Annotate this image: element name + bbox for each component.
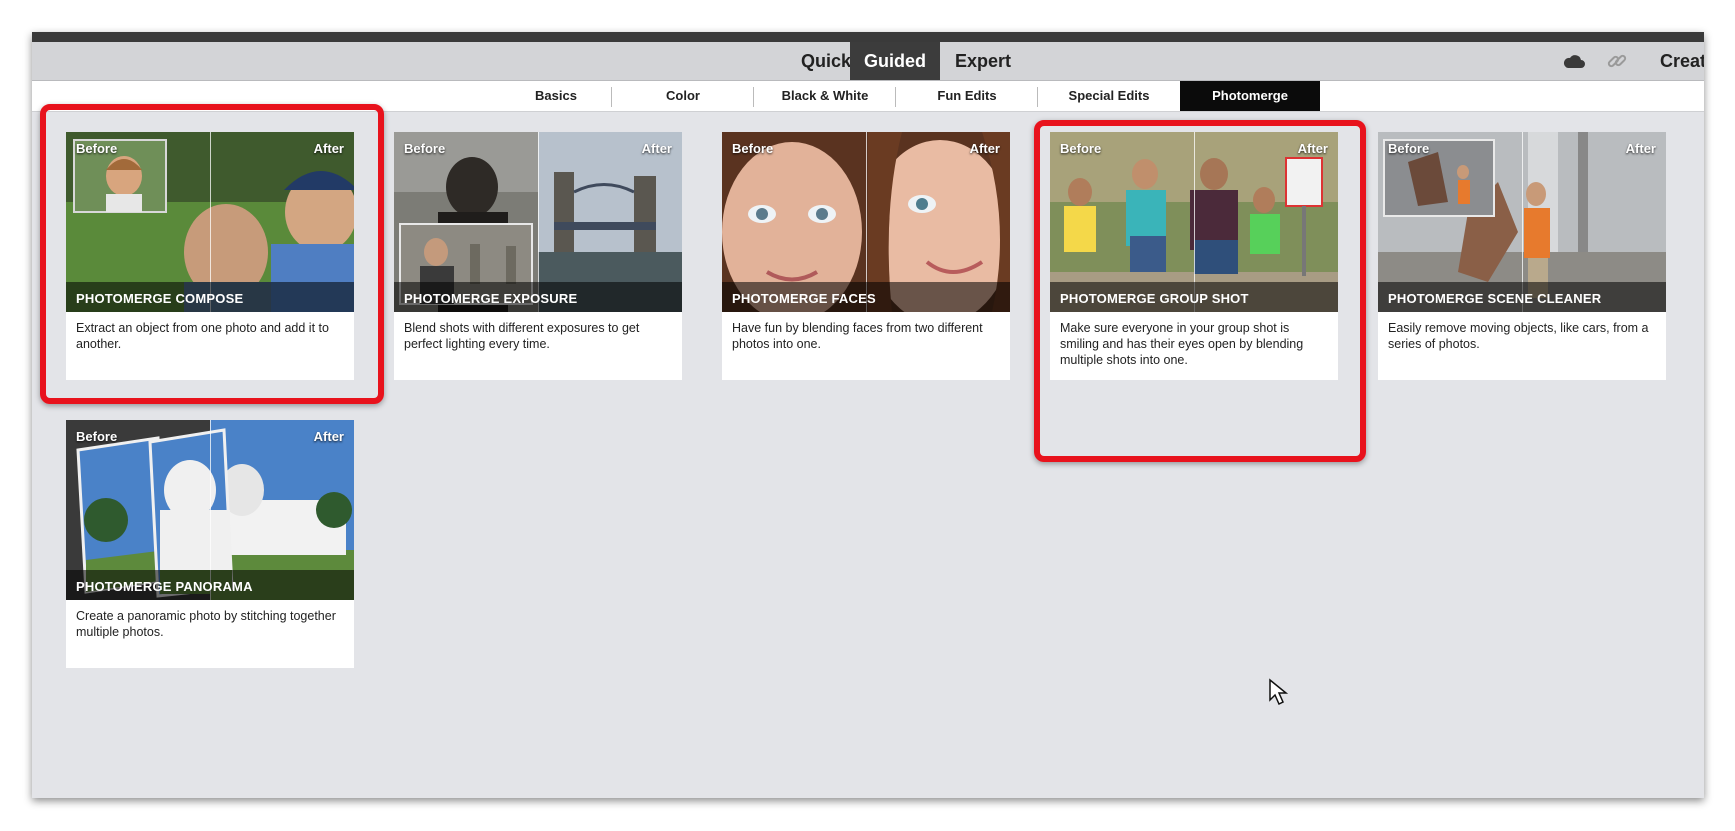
category-fun-edits[interactable]: Fun Edits [896, 81, 1038, 111]
mouse-cursor-icon [1269, 678, 1289, 706]
tab-expert[interactable]: Expert [940, 42, 1026, 80]
before-label: Before [404, 141, 446, 156]
before-label: Before [76, 429, 118, 444]
card-description: Create a panoramic photo by stitching to… [76, 609, 336, 639]
category-color[interactable]: Color [612, 81, 754, 111]
card-photomerge-faces[interactable]: Before After PHOTOMERGE FACES Have fun b… [722, 132, 1010, 380]
card-photomerge-panorama[interactable]: Before After PHOTOMERGE PANORAMA Create … [66, 420, 354, 668]
category-photomerge[interactable]: Photomerge [1180, 81, 1320, 111]
link-icon[interactable] [1606, 50, 1628, 72]
thumbnail-panorama: Before After PHOTOMERGE PANORAMA [66, 420, 354, 600]
after-label: After [969, 141, 1000, 156]
category-special-edits[interactable]: Special Edits [1038, 81, 1180, 111]
mode-bar: Quick Guided Expert Creat [32, 42, 1704, 81]
after-label: After [641, 141, 672, 156]
before-label: Before [732, 141, 774, 156]
card-title: PHOTOMERGE FACES [732, 291, 876, 306]
after-label: After [1625, 141, 1656, 156]
card-description: Have fun by blending faces from two diff… [732, 321, 983, 351]
title-bar [32, 32, 1704, 42]
thumbnail-faces: Before After PHOTOMERGE FACES [722, 132, 1010, 312]
before-label: Before [1388, 141, 1430, 156]
card-photomerge-exposure[interactable]: Before After PHOTOMERGE EXPOSURE Blend s… [394, 132, 682, 380]
category-basics[interactable]: Basics [487, 81, 625, 111]
card-description: Blend shots with different exposures to … [404, 321, 640, 351]
card-title: PHOTOMERGE SCENE CLEANER [1388, 291, 1602, 306]
tab-guided[interactable]: Guided [850, 42, 940, 80]
card-title: PHOTOMERGE EXPOSURE [404, 291, 578, 306]
category-black-white[interactable]: Black & White [754, 81, 896, 111]
highlight-group-shot [1034, 120, 1366, 462]
thumbnail-scene-cleaner: Before After PHOTOMERGE SCENE CLEANER [1378, 132, 1666, 312]
create-menu[interactable]: Creat [1660, 42, 1704, 80]
thumbnail-exposure: Before After PHOTOMERGE EXPOSURE [394, 132, 682, 312]
card-title: PHOTOMERGE PANORAMA [76, 579, 253, 594]
app-window: Quick Guided Expert Creat Basics Color B… [32, 32, 1704, 798]
highlight-compose [40, 104, 384, 404]
after-label: After [313, 429, 344, 444]
card-photomerge-scene-cleaner[interactable]: Before After PHOTOMERGE SCENE CLEANER Ea… [1378, 132, 1666, 380]
cloud-icon[interactable] [1562, 52, 1586, 70]
card-description: Easily remove moving objects, like cars,… [1388, 321, 1649, 351]
